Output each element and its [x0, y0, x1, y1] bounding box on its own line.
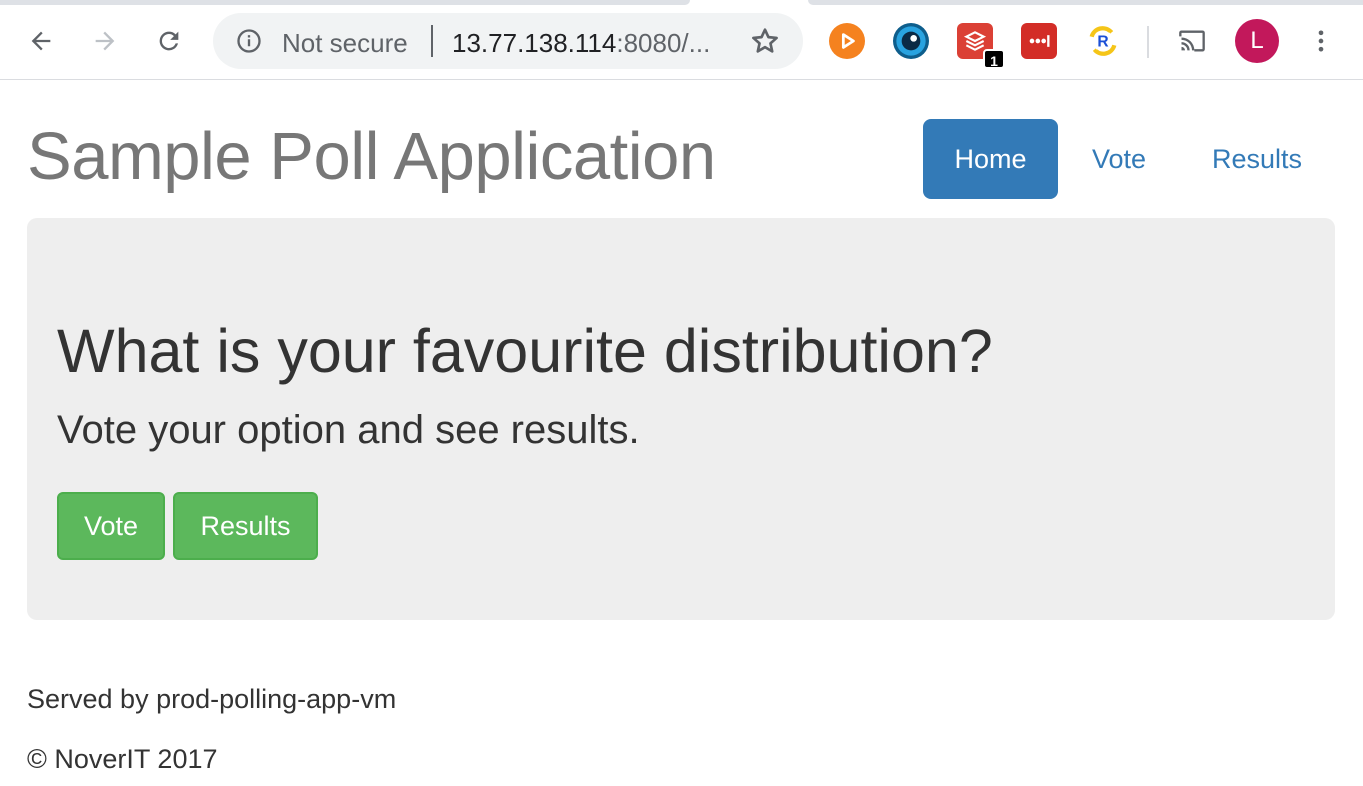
- reload-extension-icon[interactable]: R: [1085, 23, 1121, 59]
- nav-home[interactable]: Home: [923, 119, 1058, 199]
- security-status[interactable]: Not secure: [282, 28, 408, 59]
- cast-button[interactable]: [1173, 22, 1211, 60]
- arrow-left-icon: [31, 31, 51, 51]
- refresh-r-icon: R: [1089, 26, 1117, 56]
- dots-icon: [1029, 35, 1050, 47]
- svg-text:R: R: [1097, 34, 1108, 51]
- reload-icon: [159, 31, 179, 51]
- play-icon: [841, 33, 855, 49]
- reload-button[interactable]: [150, 22, 188, 60]
- tab-strip-edge: [808, 0, 1363, 5]
- arrow-right-icon: [95, 31, 115, 51]
- browser-toolbar: Not secure 13.77.138.114:8080/... 1 R L: [0, 0, 1363, 80]
- profile-avatar[interactable]: L: [1235, 19, 1279, 63]
- jumbotron: What is your favourite distribution? Vot…: [27, 218, 1335, 620]
- url-text[interactable]: 13.77.138.114:8080/...: [452, 28, 710, 59]
- back-button[interactable]: [22, 22, 60, 60]
- address-divider: [431, 25, 433, 57]
- eye-extension-icon[interactable]: [893, 23, 929, 59]
- toolbar-divider: [1147, 26, 1149, 58]
- eye-icon: [896, 26, 926, 56]
- cast-icon: [1179, 30, 1205, 52]
- address-bar[interactable]: Not secure 13.77.138.114:8080/...: [213, 13, 803, 69]
- play-extension-icon[interactable]: [829, 23, 865, 59]
- served-by-text: Served by prod-polling-app-vm: [27, 684, 397, 714]
- poll-lead: Vote your option and see results.: [57, 408, 640, 452]
- vote-button[interactable]: Vote: [57, 492, 165, 560]
- url-path: :8080/...: [616, 28, 711, 58]
- site-title: Sample Poll Application: [27, 119, 716, 194]
- todoist-extension-icon[interactable]: 1: [957, 23, 1005, 69]
- poll-question: What is your favourite distribution?: [57, 317, 993, 385]
- lastpass-extension-icon[interactable]: [1021, 23, 1057, 59]
- nav-vote[interactable]: Vote: [1064, 119, 1174, 199]
- info-icon[interactable]: [235, 27, 263, 55]
- browser-menu-button[interactable]: [1302, 22, 1340, 60]
- copyright-text: © NoverIT 2017: [27, 744, 218, 774]
- more-vert-icon: [1318, 30, 1324, 52]
- forward-button[interactable]: [86, 22, 124, 60]
- notification-badge: 1: [983, 49, 1005, 69]
- nav-results[interactable]: Results: [1184, 119, 1330, 199]
- tab-strip-edge: [0, 0, 690, 5]
- url-host: 13.77.138.114: [452, 28, 617, 58]
- results-button[interactable]: Results: [173, 492, 318, 560]
- bookmark-star-icon[interactable]: [749, 25, 781, 57]
